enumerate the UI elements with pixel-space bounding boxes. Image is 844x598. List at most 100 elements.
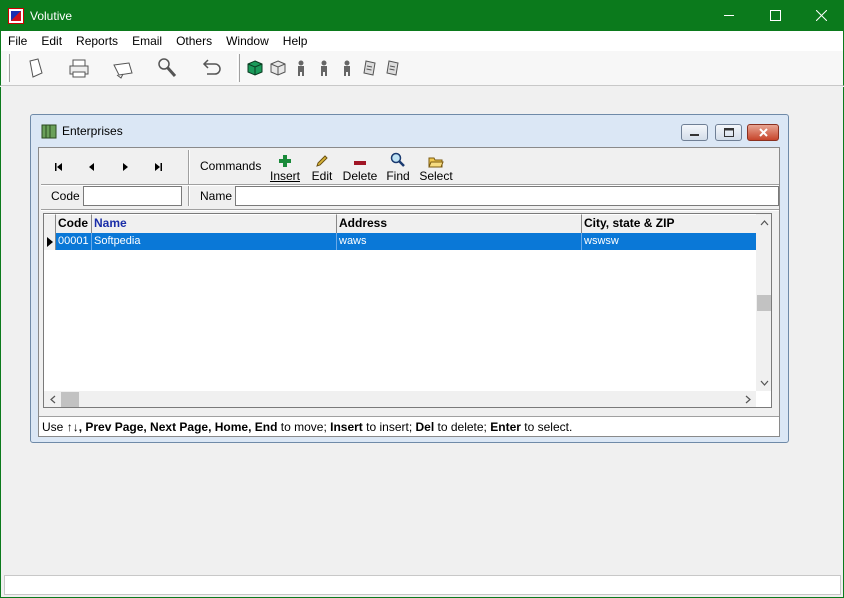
help-to-delete: to delete;	[434, 420, 491, 434]
cell-address[interactable]: waws	[337, 233, 582, 250]
find-label: Find	[386, 169, 410, 183]
help-to-select: to select.	[520, 420, 573, 434]
menu-help[interactable]: Help	[276, 31, 315, 51]
child-minimize-button[interactable]	[681, 124, 708, 141]
enterprises-grid[interactable]: Code Name Address City, state & ZIP 0000…	[43, 213, 772, 408]
book-icon	[41, 124, 57, 139]
minimize-icon	[690, 134, 699, 136]
cube-green-button[interactable]	[243, 54, 266, 82]
previous-icon	[89, 163, 94, 171]
person-icon	[343, 60, 350, 76]
undo-icon	[202, 59, 221, 75]
insert-button[interactable]: Insert	[265, 151, 305, 185]
close-icon	[758, 128, 768, 137]
chevron-left-icon	[49, 395, 55, 404]
horizontal-scrollbar[interactable]	[44, 391, 756, 407]
scroll-up-button[interactable]	[756, 214, 771, 231]
delete-label: Delete	[342, 169, 378, 183]
menu-others[interactable]: Others	[169, 31, 219, 51]
minus-icon	[354, 161, 366, 165]
print-icon	[69, 59, 89, 78]
menu-email[interactable]: Email	[125, 31, 169, 51]
minimize-button[interactable]	[706, 0, 752, 31]
chevron-up-icon	[760, 219, 769, 225]
menu-file[interactable]: File	[1, 31, 34, 51]
edit-button[interactable]: Edit	[302, 151, 342, 185]
new-document-icon	[29, 58, 43, 78]
last-record-button[interactable]	[142, 156, 174, 178]
vertical-scroll-thumb[interactable]	[757, 295, 771, 311]
help-key-insert: Insert	[330, 420, 363, 434]
next-icon	[123, 163, 128, 171]
first-record-button[interactable]	[43, 156, 75, 178]
cube-green-icon	[247, 60, 262, 76]
child-close-button[interactable]	[747, 124, 779, 141]
child-restore-button[interactable]	[715, 124, 742, 141]
magnifier-icon	[390, 152, 405, 167]
column-header-city[interactable]: City, state & ZIP	[582, 214, 756, 233]
undo-button[interactable]	[189, 54, 233, 82]
new-button[interactable]	[13, 54, 57, 82]
person-icon	[320, 60, 327, 76]
mdi-workspace: Enterprises Commands Insert Edit Delete …	[0, 87, 844, 573]
cell-city[interactable]: wswsw	[582, 233, 756, 250]
child-title-bar: Enterprises	[31, 115, 788, 147]
help-arrows: ↑↓	[66, 420, 79, 434]
document-button-2[interactable]	[381, 54, 404, 82]
cube-gray-button[interactable]	[266, 54, 289, 82]
person-button-2[interactable]	[312, 54, 335, 82]
menu-reports[interactable]: Reports	[69, 31, 125, 51]
help-key-enter: Enter	[490, 420, 521, 434]
scroll-left-button[interactable]	[44, 391, 61, 407]
chevron-right-icon	[745, 395, 751, 404]
grid-header: Code Name Address City, state & ZIP	[44, 214, 756, 233]
copy-button[interactable]	[101, 54, 145, 82]
cell-code[interactable]: 00001	[56, 233, 92, 250]
document-icon	[362, 60, 376, 76]
column-header-address[interactable]: Address	[337, 214, 582, 233]
app-icon[interactable]	[8, 7, 24, 24]
tools-button[interactable]	[145, 54, 189, 82]
print-button[interactable]	[57, 54, 101, 82]
name-search-input[interactable]	[235, 186, 779, 206]
previous-record-button[interactable]	[76, 156, 108, 178]
vertical-scrollbar[interactable]	[756, 214, 771, 391]
enterprises-window: Enterprises Commands Insert Edit Delete …	[30, 114, 789, 443]
filter-divider-vertical	[188, 186, 190, 206]
document-icon	[385, 60, 399, 76]
toolbar-grip-2[interactable]	[237, 54, 240, 82]
child-window-title: Enterprises	[62, 124, 123, 138]
row-indicator	[44, 233, 56, 250]
maximize-button[interactable]	[752, 0, 798, 31]
copy-icon	[113, 62, 133, 79]
document-button-1[interactable]	[358, 54, 381, 82]
cell-name[interactable]: Softpedia	[92, 233, 337, 250]
last-icon	[155, 163, 162, 171]
status-bar	[0, 573, 844, 598]
select-button[interactable]: Select	[416, 151, 456, 185]
toolbar-grip[interactable]	[7, 54, 10, 82]
cube-gray-icon	[270, 60, 285, 76]
status-bar-panel	[4, 575, 841, 595]
chevron-down-icon	[760, 380, 769, 386]
table-row[interactable]: 00001 Softpedia waws wswsw	[44, 233, 756, 250]
minimize-icon	[723, 15, 734, 16]
person-button-1[interactable]	[289, 54, 312, 82]
close-icon	[815, 10, 827, 21]
code-search-input[interactable]	[83, 186, 182, 206]
code-label: Code	[51, 189, 80, 203]
find-button[interactable]: Find	[378, 151, 418, 185]
delete-button[interactable]: Delete	[340, 151, 380, 185]
column-header-name[interactable]: Name	[92, 214, 337, 233]
name-label: Name	[200, 189, 233, 203]
menu-edit[interactable]: Edit	[34, 31, 69, 51]
scroll-right-button[interactable]	[739, 391, 756, 407]
menu-window[interactable]: Window	[219, 31, 276, 51]
next-record-button[interactable]	[109, 156, 141, 178]
column-header-code[interactable]: Code	[56, 214, 92, 233]
close-button[interactable]	[798, 0, 844, 31]
scroll-down-button[interactable]	[756, 374, 771, 391]
person-button-3[interactable]	[335, 54, 358, 82]
help-use: Use	[42, 420, 67, 434]
horizontal-scroll-thumb[interactable]	[61, 392, 79, 407]
